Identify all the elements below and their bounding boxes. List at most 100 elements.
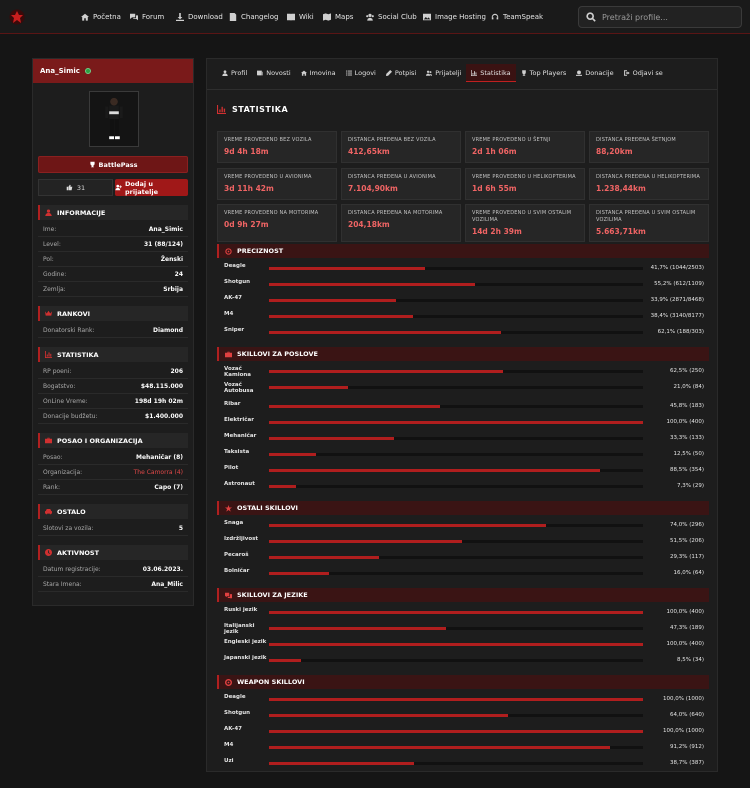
info-value[interactable]: The Camorra (4) [134, 469, 183, 476]
stat-tile: DISTANCA PREĐENA BEZ VOZILA 412,65km [341, 131, 461, 163]
nav-item-social-club[interactable]: Social Club [366, 11, 417, 23]
info-value: 24 [174, 271, 183, 278]
stat-tile-value: 1d 6h 55m [472, 184, 517, 193]
tab-donacije[interactable]: Donacije [571, 64, 618, 82]
info-value: Capo (7) [154, 484, 183, 491]
progress-fill [269, 556, 379, 559]
map-icon [323, 13, 331, 21]
info-row: Stara Imena: Ana_Milic [38, 578, 188, 592]
search-input[interactable]: Pretraži profile... [578, 6, 742, 28]
news-icon [257, 70, 264, 76]
skill-value: 100,0% (400) [666, 609, 704, 615]
stat-tile-label: DISTANCA PREĐENA NA MOTORIMA [348, 210, 443, 216]
like-button[interactable]: 31 [38, 179, 113, 196]
tab-prijatelji[interactable]: Prijatelji [421, 64, 466, 82]
battlepass-button[interactable]: BattlePass [38, 156, 188, 173]
info-label: Godine: [43, 271, 67, 278]
progress-fill [269, 627, 446, 630]
statistics-title-text: STATISTIKA [232, 105, 289, 114]
nav-item-download[interactable]: Download [176, 11, 223, 23]
skill-row: Italijanski jezik 47,3% (189) [217, 621, 709, 635]
info-value: Ana_Milic [151, 581, 183, 588]
progress-fill [269, 714, 509, 717]
section-weapon-skillovi: WEAPON SKILLOVI [217, 675, 709, 689]
progress-track [269, 572, 643, 575]
skill-label: Ribar [224, 401, 241, 407]
progress-fill [269, 611, 643, 614]
character-skin-icon [105, 97, 123, 140]
stat-tile-value: 5.663,71km [596, 227, 646, 236]
skill-label: Deagle [224, 694, 246, 700]
skill-value: 51,5% (206) [669, 538, 704, 544]
tab-label: Statistika [480, 68, 511, 77]
stat-tile-value: 88,20km [596, 147, 633, 156]
info-label: Level: [43, 241, 61, 248]
target-icon [225, 678, 232, 686]
skill-label: Japanski jezik [224, 655, 267, 661]
info-row: Donacije budžetu: $1.400.000 [38, 410, 188, 424]
tab-novosti[interactable]: Novosti [252, 64, 295, 82]
nav-item-forum[interactable]: Forum [130, 11, 164, 23]
skill-label: AK-47 [224, 726, 242, 732]
tab-statistika[interactable]: Statistika [466, 64, 516, 82]
tab-potpisi[interactable]: Potpisi [381, 64, 421, 82]
crosshair-icon [225, 247, 232, 255]
stat-tile-value: 14d 2h 39m [472, 227, 522, 236]
info-label: Organizacija: [43, 469, 83, 476]
info-value: $1.400.000 [145, 413, 183, 420]
nav-item-changelog[interactable]: Changelog [229, 11, 278, 23]
skill-row: AK-47 33,9% (2871/8468) [217, 293, 709, 307]
skill-label: Astronaut [224, 481, 255, 487]
crown-icon [45, 310, 52, 316]
info-row: Godine: 24 [38, 268, 188, 282]
progress-fill [269, 659, 301, 662]
section-title: WEAPON SKILLOVI [237, 678, 305, 686]
tab-odjavi-se[interactable]: Odjavi se [619, 64, 668, 82]
stat-tile: VREME PROVEDENO U AVIONIMA 3d 11h 42m [217, 168, 337, 200]
progress-track [269, 437, 643, 440]
tab-label: Potpisi [394, 69, 417, 77]
add-friend-button[interactable]: Dodaj u prijatelje [115, 179, 188, 196]
nav-item-label: Download [188, 13, 223, 21]
nav-item-po-etna[interactable]: Početna [81, 11, 121, 23]
stat-tile-value: 0d 9h 27m [224, 220, 269, 229]
nav-item-wiki[interactable]: Wiki [287, 11, 314, 23]
avatar [89, 91, 139, 147]
section-statistika: STATISTIKA [38, 347, 188, 362]
section-informacije: INFORMACIJE [38, 205, 188, 220]
info-row: Pol: Ženski [38, 253, 188, 267]
nav-item-image-hosting[interactable]: Image Hosting [423, 11, 486, 23]
logo[interactable] [9, 9, 25, 25]
skill-value: 8,5% (34) [676, 657, 704, 663]
chart-icon [471, 69, 478, 76]
section-rankovi: RANKOVI [38, 306, 188, 321]
progress-fill [269, 643, 643, 646]
stat-tile: DISTANCA PREĐENA U AVIONIMA 7.104,90km [341, 168, 461, 200]
skill-label: Deagle [224, 263, 246, 269]
info-value: Diamond [152, 327, 183, 334]
skill-value: 38,4% (3140/8177) [650, 313, 704, 319]
tab-logovi[interactable]: Logovi [341, 64, 381, 82]
nav-item-teamspeak[interactable]: TeamSpeak [491, 11, 543, 23]
tab-profil[interactable]: Profil [217, 64, 252, 82]
changelog-icon [229, 13, 237, 21]
progress-fill [269, 453, 316, 456]
skill-value: 62,5% (250) [669, 368, 704, 374]
profile-header: Ana_Simic [33, 59, 193, 83]
add-friend-label: Dodaj u prijatelje [124, 179, 159, 196]
info-row: Zemlja: Srbija [38, 283, 188, 297]
list-icon [345, 70, 352, 76]
profile-tabs: Profil Novosti Imovina Logovi Potpisi Prijate… [217, 64, 668, 82]
tab-top-players[interactable]: Top Players [516, 64, 572, 82]
stat-tile-label: DISTANCA PREĐENA BEZ VOZILA [348, 137, 436, 143]
search-icon [586, 12, 596, 22]
nav-item-label: Maps [335, 13, 354, 21]
nav-item-maps[interactable]: Maps [323, 11, 353, 23]
tab-imovina[interactable]: Imovina [296, 64, 341, 82]
info-row: Rank: Capo (7) [38, 481, 188, 495]
skill-row: Engleski jezik 100,0% (400) [217, 637, 709, 651]
download-icon [176, 13, 184, 21]
stat-tile: VREME PROVEDENO U ŠETNJI 2d 1h 06m [465, 131, 585, 163]
skill-value: 74,0% (296) [669, 522, 704, 528]
home-icon [81, 13, 89, 21]
